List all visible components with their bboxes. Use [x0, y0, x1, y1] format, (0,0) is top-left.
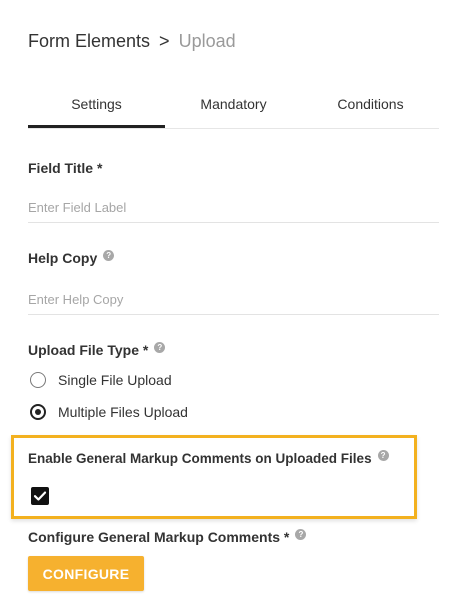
markup-comments-checkbox[interactable]	[31, 487, 49, 505]
tab-conditions[interactable]: Conditions	[302, 85, 439, 128]
radio-checked-icon[interactable]	[30, 404, 46, 420]
help-question-icon[interactable]: ?	[103, 249, 115, 261]
field-title-label: Field Title *	[28, 160, 102, 176]
breadcrumb-current: Upload	[178, 31, 236, 51]
breadcrumb-parent[interactable]: Form Elements	[28, 31, 150, 51]
radio-multiple-files-upload[interactable]: Multiple Files Upload	[30, 404, 188, 420]
markup-comments-label-text: Enable General Markup Comments on Upload…	[28, 451, 372, 466]
configure-markup-label: Configure General Markup Comments * ?	[28, 528, 307, 545]
help-copy-input[interactable]	[28, 285, 439, 315]
help-copy-label-text: Help Copy	[28, 250, 98, 266]
upload-file-type-label-text: Upload File Type *	[28, 342, 149, 358]
tab-bar: Settings Mandatory Conditions	[28, 85, 439, 129]
markup-comments-label: Enable General Markup Comments on Upload…	[28, 450, 389, 466]
radio-label: Multiple Files Upload	[58, 404, 188, 420]
radio-unchecked-icon[interactable]	[30, 372, 46, 388]
breadcrumb: Form Elements > Upload	[28, 31, 236, 52]
configure-button[interactable]: CONFIGURE	[28, 556, 144, 591]
help-question-icon[interactable]: ?	[154, 341, 166, 353]
field-title-input[interactable]	[28, 193, 439, 223]
tab-settings[interactable]: Settings	[28, 85, 165, 128]
configure-markup-label-text: Configure General Markup Comments *	[28, 529, 290, 545]
upload-file-type-label: Upload File Type * ?	[28, 341, 166, 358]
help-question-icon[interactable]: ?	[295, 528, 307, 540]
radio-label: Single File Upload	[58, 372, 172, 388]
checkmark-icon	[33, 491, 47, 501]
help-copy-label: Help Copy ?	[28, 249, 115, 266]
radio-single-file-upload[interactable]: Single File Upload	[30, 372, 172, 388]
tab-mandatory[interactable]: Mandatory	[165, 85, 302, 128]
help-question-icon[interactable]: ?	[377, 450, 389, 461]
highlight-box	[11, 435, 417, 519]
field-title-label-text: Field Title *	[28, 160, 103, 176]
breadcrumb-separator: >	[159, 31, 170, 51]
